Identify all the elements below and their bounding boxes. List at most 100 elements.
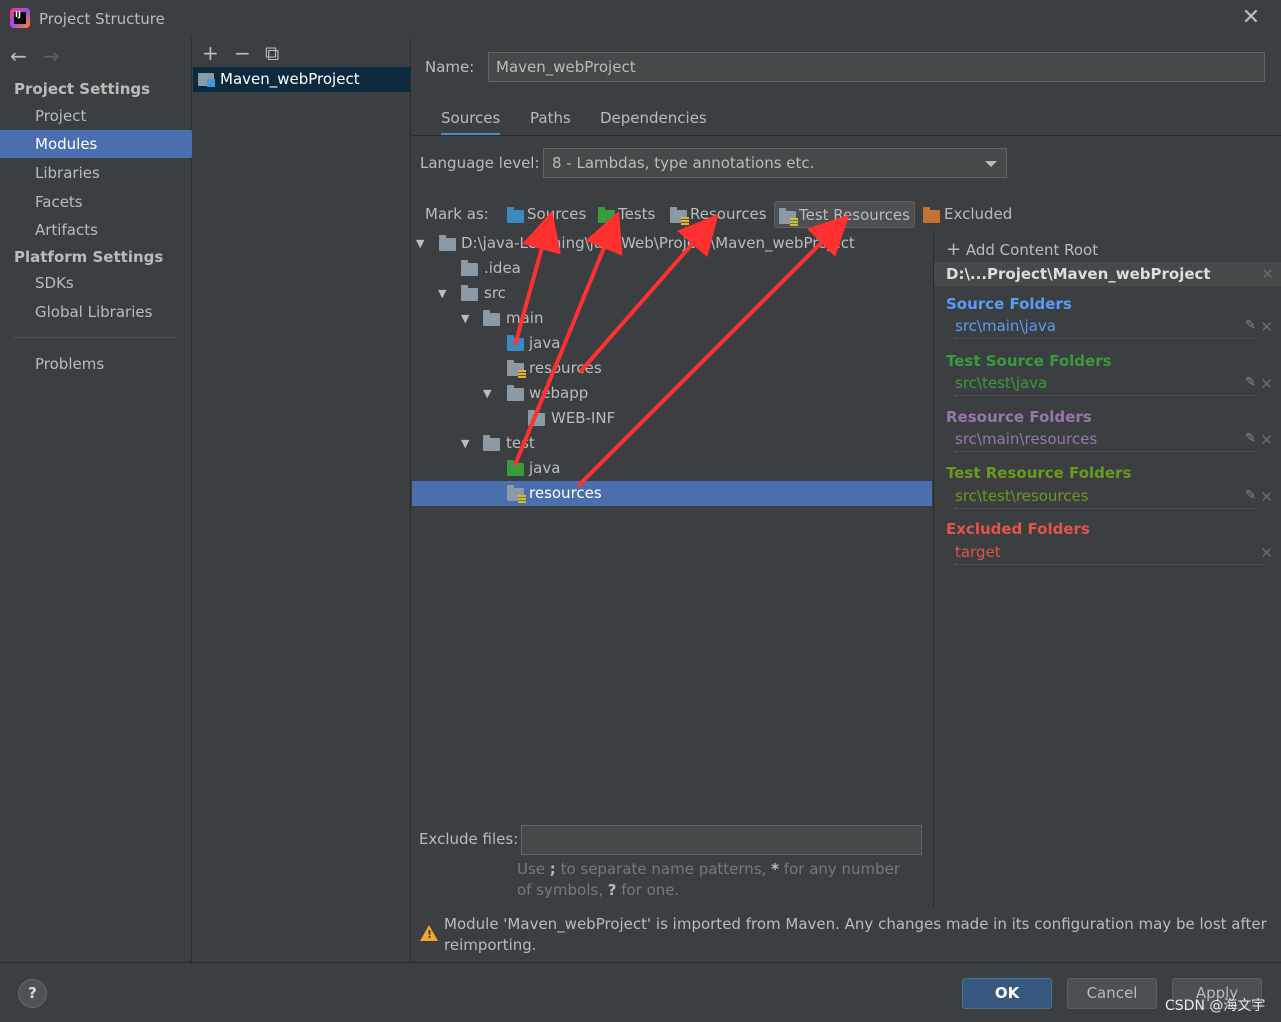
- remove-root-icon[interactable]: ✕: [1261, 262, 1274, 286]
- source-folder-path: src\main\java: [955, 317, 1056, 335]
- test-resources-folder-icon: [779, 208, 798, 226]
- tree-row-main-resources[interactable]: resources: [412, 356, 932, 381]
- tab-dependencies[interactable]: Dependencies: [600, 109, 707, 136]
- module-name-input[interactable]: [488, 52, 1265, 82]
- tree-row-test-java[interactable]: java: [412, 456, 932, 481]
- tree-row-root[interactable]: ▼ D:\java-Learning\javaWeb\Project\Maven…: [412, 231, 932, 256]
- mark-as-label: Mark as:: [425, 205, 489, 223]
- tests-folder-icon: [598, 207, 615, 223]
- resource-folders-title: Resource Folders: [946, 408, 1092, 426]
- sidebar-item-project[interactable]: Project: [0, 102, 192, 130]
- nav-arrows: ← →: [10, 44, 76, 68]
- sidebar-item-libraries[interactable]: Libraries: [0, 159, 192, 187]
- language-level-select[interactable]: 8 - Lambdas, type annotations etc.: [543, 148, 1007, 178]
- source-folders-title: Source Folders: [946, 295, 1072, 313]
- tree-row-label: java: [529, 459, 561, 477]
- tree-row-label: test: [506, 434, 535, 452]
- tree-row-webapp[interactable]: ▼ webapp: [412, 381, 932, 406]
- tree-row-main[interactable]: ▼ main: [412, 306, 932, 331]
- window-title: Project Structure: [39, 10, 165, 28]
- test-source-folder-entry[interactable]: src\test\java ✎: [955, 374, 1256, 396]
- resource-folder-entry[interactable]: src\main\resources ✎: [955, 430, 1256, 452]
- tree-row-src[interactable]: ▼ src: [412, 281, 932, 306]
- add-icon[interactable]: +: [202, 41, 219, 65]
- mark-excluded-label: Excluded: [944, 205, 1013, 223]
- language-level-label: Language level:: [420, 154, 540, 172]
- dialog-footer: ? OK Cancel Apply CSDN @海文宇: [0, 962, 1281, 1022]
- sidebar-item-problems[interactable]: Problems: [0, 350, 192, 378]
- folder-tree: ▼ D:\java-Learning\javaWeb\Project\Maven…: [412, 231, 932, 816]
- tests-folder-icon: [507, 460, 524, 476]
- close-icon[interactable]: ✕: [1239, 6, 1263, 30]
- mark-sources-button[interactable]: Sources: [506, 201, 586, 228]
- add-content-root-label: Add Content Root: [965, 241, 1099, 259]
- mark-resources-button[interactable]: Resources: [669, 201, 767, 228]
- tree-row-label: resources: [529, 359, 602, 377]
- edit-pencil-icon[interactable]: ✎: [1245, 375, 1256, 390]
- tree-row-label: java: [529, 334, 561, 352]
- cancel-button[interactable]: Cancel: [1067, 978, 1157, 1009]
- tabs-divider: [412, 135, 1281, 136]
- sidebar-item-artifacts[interactable]: Artifacts: [0, 216, 192, 244]
- copy-icon[interactable]: ⧉: [265, 41, 279, 65]
- excluded-folder-entry[interactable]: target: [955, 543, 1265, 565]
- edit-pencil-icon[interactable]: ✎: [1245, 318, 1256, 333]
- excluded-folder-icon: [923, 207, 940, 223]
- module-icon: [198, 73, 215, 87]
- resources-folder-icon: [670, 207, 689, 225]
- module-list-panel: + − ⧉ Maven_webProject: [193, 38, 411, 962]
- title-bar: IJ Project Structure ✕: [0, 0, 1281, 38]
- forward-arrow-icon[interactable]: →: [43, 44, 60, 68]
- tree-row-label: webapp: [529, 384, 589, 402]
- hint-text: for one.: [616, 881, 680, 899]
- expand-arrow-icon[interactable]: ▼: [438, 281, 452, 306]
- maven-warning-text: Module 'Maven_webProject' is imported fr…: [444, 915, 1267, 954]
- mark-tests-button[interactable]: Tests: [597, 201, 655, 228]
- test-resource-folder-entry[interactable]: src\test\resources ✎: [955, 487, 1256, 509]
- sidebar-item-global-libraries[interactable]: Global Libraries: [0, 298, 192, 326]
- sidebar-item-modules[interactable]: Modules: [0, 130, 192, 158]
- settings-sidebar: ← → Project Settings Project Modules Libr…: [0, 38, 192, 962]
- add-content-root-button[interactable]: + Add Content Root: [946, 239, 1098, 260]
- tree-row-test-resources[interactable]: resources: [412, 481, 932, 506]
- exclude-files-input[interactable]: [521, 825, 922, 855]
- edit-pencil-icon[interactable]: ✎: [1245, 488, 1256, 503]
- excluded-folders-title: Excluded Folders: [946, 520, 1090, 538]
- back-arrow-icon[interactable]: ←: [10, 44, 27, 68]
- expand-arrow-icon[interactable]: ▼: [416, 231, 430, 256]
- edit-pencil-icon[interactable]: ✎: [1245, 431, 1256, 446]
- remove-icon[interactable]: ✕: [1260, 431, 1273, 449]
- remove-icon[interactable]: ✕: [1260, 318, 1273, 336]
- tab-sources[interactable]: Sources: [441, 109, 501, 136]
- mark-excluded-button[interactable]: Excluded: [923, 201, 1012, 228]
- folder-icon: [461, 285, 478, 301]
- project-settings-heading: Project Settings: [14, 80, 151, 98]
- remove-icon[interactable]: −: [234, 41, 251, 65]
- module-item[interactable]: Maven_webProject: [193, 67, 410, 92]
- mark-test-resources-button[interactable]: Test Resources: [774, 201, 915, 228]
- hint-text: to separate name patterns,: [555, 860, 772, 878]
- expand-arrow-icon[interactable]: ▼: [461, 431, 475, 456]
- remove-icon[interactable]: ✕: [1260, 544, 1273, 562]
- remove-icon[interactable]: ✕: [1260, 488, 1273, 506]
- expand-arrow-icon[interactable]: ▼: [461, 306, 475, 331]
- help-button[interactable]: ?: [18, 979, 47, 1008]
- chevron-down-icon: [985, 161, 997, 167]
- sidebar-item-facets[interactable]: Facets: [0, 188, 192, 216]
- expand-arrow-icon[interactable]: ▼: [483, 381, 497, 406]
- tree-row-label: WEB-INF: [551, 409, 616, 427]
- tree-row-main-java[interactable]: java: [412, 331, 932, 356]
- mark-tests-label: Tests: [618, 205, 656, 223]
- tree-row-test[interactable]: ▼ test: [412, 431, 932, 456]
- remove-icon[interactable]: ✕: [1260, 375, 1273, 393]
- exclude-files-label: Exclude files:: [419, 830, 519, 848]
- ok-button[interactable]: OK: [962, 978, 1052, 1009]
- sources-folder-icon: [507, 207, 524, 223]
- tree-row-idea[interactable]: .idea: [412, 256, 932, 281]
- tab-paths[interactable]: Paths: [530, 109, 571, 136]
- tree-row-web-inf[interactable]: WEB-INF: [412, 406, 932, 431]
- source-folder-entry[interactable]: src\main\java ✎: [955, 317, 1256, 339]
- platform-settings-heading: Platform Settings: [14, 248, 164, 266]
- module-settings-panel: Name: Sources Paths Dependencies Languag…: [412, 38, 1281, 962]
- sidebar-item-sdks[interactable]: SDKs: [0, 269, 192, 297]
